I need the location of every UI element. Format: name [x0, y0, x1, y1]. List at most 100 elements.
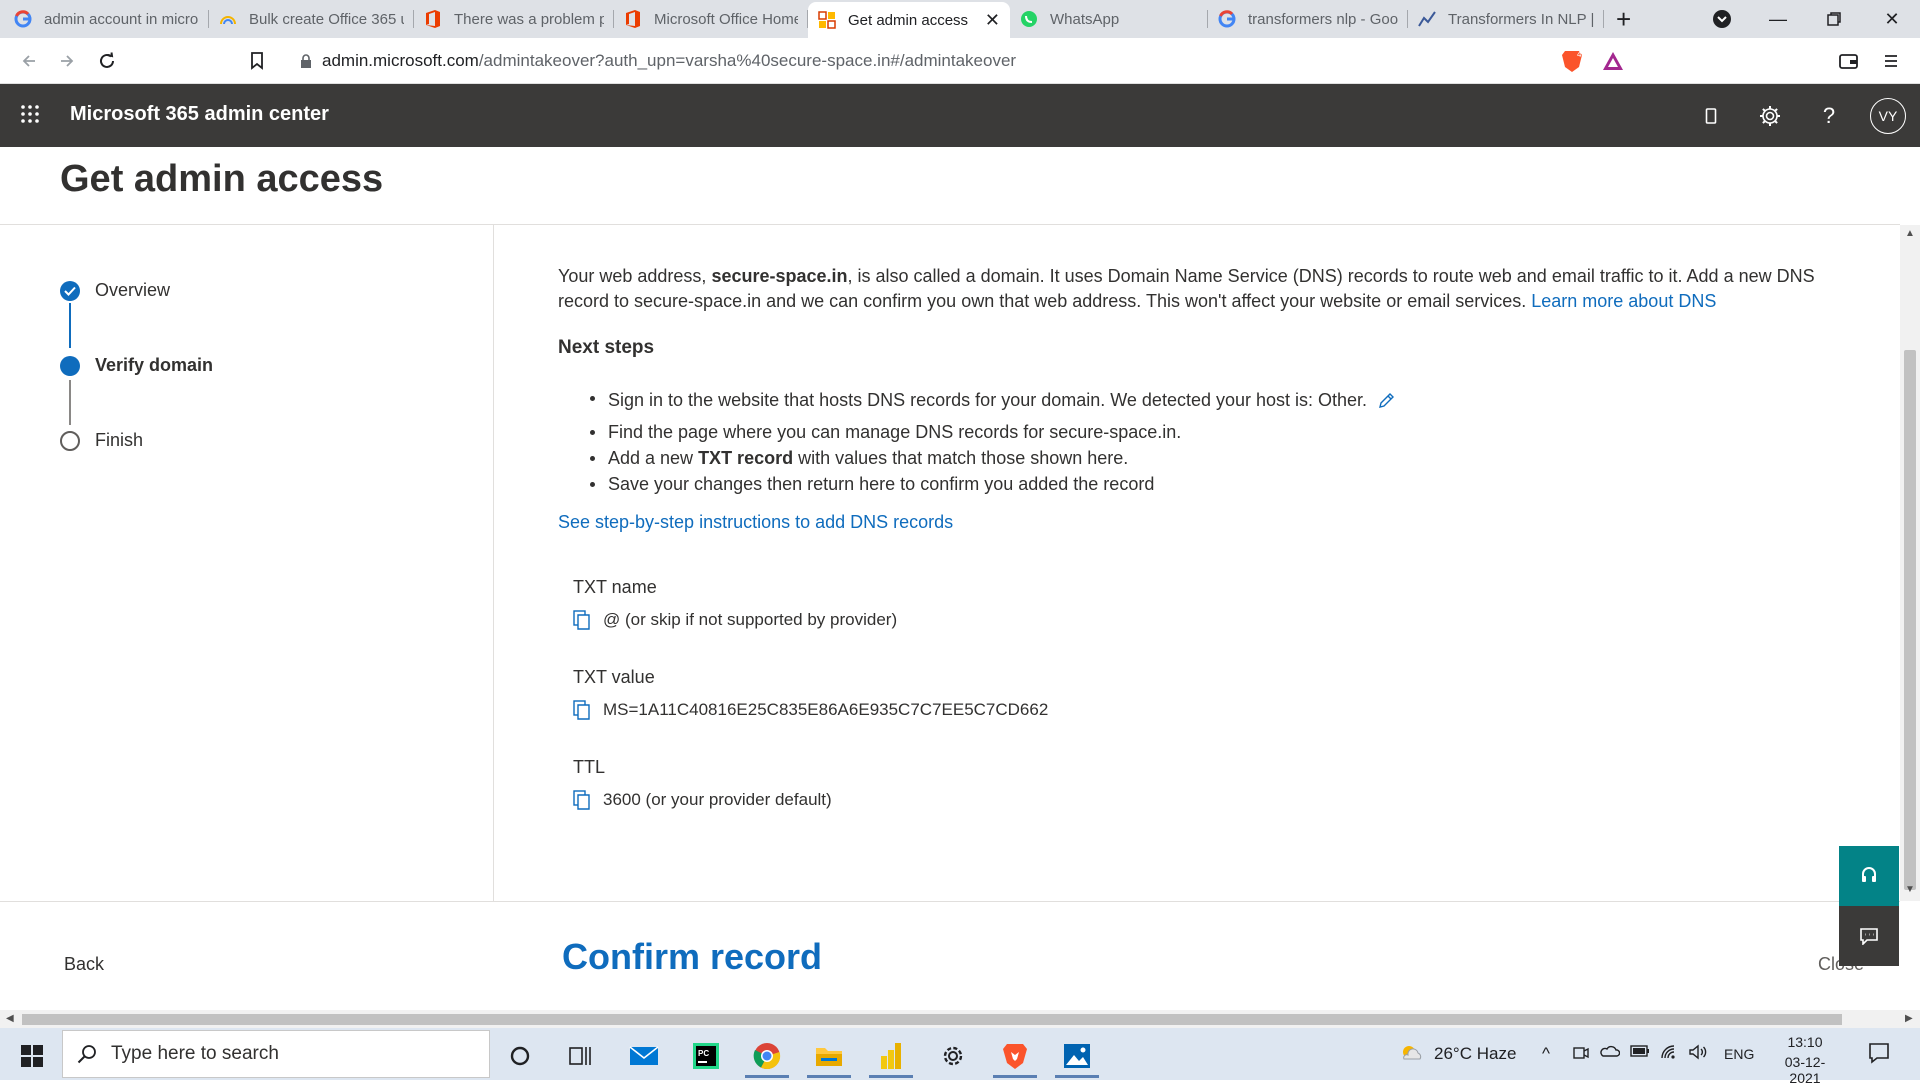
help-chat-button[interactable] — [1839, 846, 1899, 906]
learn-more-dns-link[interactable]: Learn more about DNS — [1531, 291, 1716, 311]
browser-tab-strip: admin account in micro Bulk create Offic… — [0, 0, 1920, 38]
step-label: Finish — [95, 430, 144, 450]
search-placeholder: Type here to search — [111, 1043, 279, 1064]
power-bi-icon[interactable] — [865, 1034, 917, 1078]
address-bar[interactable]: admin.microsoft.com/admintakeover?auth_u… — [282, 44, 1600, 78]
onedrive-icon[interactable] — [1600, 1044, 1620, 1058]
back-button[interactable]: Back — [64, 954, 104, 975]
url-path: /admintakeover?auth_upn=varsha%40secure-… — [478, 51, 1017, 70]
ttl-row: 3600 (or your provider default) — [573, 790, 832, 810]
browser-tab-2[interactable]: Bulk create Office 365 u — [209, 0, 414, 38]
txt-name-row: @ (or skip if not supported by provider) — [573, 610, 897, 630]
clock[interactable]: 13:10 03-12-2021 — [1770, 1034, 1840, 1086]
svg-text:PC: PC — [698, 1049, 709, 1058]
txt-value-label: TXT value — [573, 667, 655, 687]
txt-value-value: MS=1A11C40816E25C835E86A6E935C7C7EE5C7CD… — [603, 700, 1049, 719]
admin-center-header: Microsoft 365 admin center ? VY — [0, 84, 1920, 147]
headset-icon — [1860, 866, 1878, 886]
brave-shield-icon[interactable]: 4 — [1557, 46, 1587, 76]
cortana-icon[interactable] — [494, 1034, 546, 1078]
battery-icon[interactable] — [1630, 1044, 1650, 1058]
domain-name: secure-space.in — [711, 266, 848, 286]
step-label: Overview — [95, 280, 171, 300]
chrome-icon[interactable] — [741, 1034, 793, 1078]
scroll-right-icon[interactable]: ▶ — [1905, 1013, 1913, 1024]
settings-gear-icon[interactable] — [1752, 98, 1788, 134]
volume-icon[interactable] — [1688, 1044, 1708, 1060]
meet-now-icon[interactable] — [1572, 1044, 1590, 1062]
tab-search-icon[interactable] — [1694, 0, 1750, 38]
list-item: Add a new TXT record with values that ma… — [586, 445, 1395, 471]
settings-gear-icon[interactable] — [927, 1034, 979, 1078]
vertical-scroll-thumb[interactable] — [1904, 350, 1916, 890]
step-verify-domain[interactable]: Verify domain — [60, 355, 213, 376]
step-finish[interactable]: Finish — [60, 430, 143, 451]
new-tab-button[interactable]: + — [1616, 4, 1631, 35]
lock-icon — [300, 53, 312, 69]
app-title: Microsoft 365 admin center — [70, 103, 329, 125]
notifications-icon[interactable] — [1868, 1042, 1890, 1064]
reload-icon[interactable] — [92, 46, 122, 76]
close-tab-icon[interactable]: ✕ — [985, 10, 1000, 31]
user-avatar[interactable]: VY — [1870, 98, 1906, 134]
copy-icon[interactable] — [573, 610, 591, 630]
google-icon — [14, 10, 32, 28]
copy-icon[interactable] — [573, 790, 591, 810]
scroll-down-icon[interactable]: ▼ — [1905, 884, 1915, 895]
footer-divider — [0, 901, 1900, 902]
mobile-device-icon[interactable] — [1693, 98, 1729, 134]
horizontal-scroll-thumb[interactable] — [22, 1014, 1842, 1025]
browser-menu-icon[interactable] — [1876, 46, 1906, 76]
taskbar-search-box[interactable]: Type here to search — [62, 1030, 490, 1078]
txt-name-label: TXT name — [573, 577, 657, 597]
windows-start-icon[interactable] — [6, 1034, 58, 1078]
edit-pencil-icon[interactable] — [1377, 392, 1395, 410]
brave-rewards-icon[interactable] — [1598, 46, 1628, 76]
brave-browser-icon[interactable] — [989, 1034, 1041, 1078]
wifi-icon[interactable] — [1660, 1044, 1680, 1060]
minimize-window-button[interactable]: — — [1750, 0, 1806, 38]
restore-window-button[interactable] — [1806, 0, 1862, 38]
scroll-left-icon[interactable]: ◀ — [6, 1013, 14, 1024]
clock-date: 03-12-2021 — [1784, 1054, 1826, 1086]
url-host: admin.microsoft.com — [322, 51, 479, 70]
chart-icon — [1418, 10, 1436, 28]
browser-tab-3[interactable]: There was a problem p — [414, 0, 614, 38]
browser-tab-8[interactable]: Transformers In NLP | S — [1408, 0, 1604, 38]
input-language[interactable]: ENG — [1724, 1046, 1754, 1062]
back-arrow-icon[interactable] — [14, 46, 44, 76]
office-icon — [424, 10, 442, 28]
browser-tab-1[interactable]: admin account in micro — [4, 0, 209, 38]
current-step-dot-icon — [60, 355, 80, 376]
photos-app-icon[interactable] — [1051, 1034, 1103, 1078]
office-icon — [624, 10, 642, 28]
help-question-icon[interactable]: ? — [1811, 98, 1847, 134]
browser-toolbar: admin.microsoft.com/admintakeover?auth_u… — [0, 38, 1920, 84]
step-overview[interactable]: Overview — [60, 280, 170, 301]
mail-app-icon[interactable] — [618, 1034, 670, 1078]
close-window-button[interactable]: ✕ — [1864, 0, 1920, 38]
page-title: Get admin access — [60, 158, 384, 200]
file-explorer-icon[interactable] — [803, 1034, 855, 1078]
copy-icon[interactable] — [573, 700, 591, 720]
show-hidden-icons-icon[interactable]: ^ — [1542, 1044, 1550, 1064]
app-launcher-icon[interactable] — [20, 104, 40, 124]
bookmark-icon[interactable] — [242, 46, 272, 76]
confirm-record-button[interactable]: Confirm record — [562, 936, 822, 978]
pycharm-icon[interactable]: PC — [680, 1034, 732, 1078]
browser-tab-4[interactable]: Microsoft Office Home — [614, 0, 808, 38]
browser-tab-6[interactable]: WhatsApp — [1010, 0, 1208, 38]
feedback-button[interactable] — [1839, 906, 1899, 966]
weather-text[interactable]: 26°C Haze — [1434, 1044, 1516, 1064]
scroll-up-icon[interactable]: ▲ — [1905, 228, 1915, 239]
dns-instructions-link[interactable]: See step-by-step instructions to add DNS… — [558, 512, 953, 533]
search-icon — [77, 1044, 97, 1064]
list-item: Sign in to the website that hosts DNS re… — [586, 385, 1395, 419]
checkmark-circle-icon — [60, 280, 80, 301]
forward-arrow-icon[interactable] — [52, 46, 82, 76]
task-view-icon[interactable] — [554, 1034, 606, 1078]
browser-tab-active[interactable]: Get admin access ✕ — [808, 2, 1010, 38]
weather-icon[interactable] — [1398, 1042, 1424, 1064]
browser-tab-7[interactable]: transformers nlp - Goo — [1208, 0, 1408, 38]
wallet-icon[interactable] — [1834, 46, 1864, 76]
